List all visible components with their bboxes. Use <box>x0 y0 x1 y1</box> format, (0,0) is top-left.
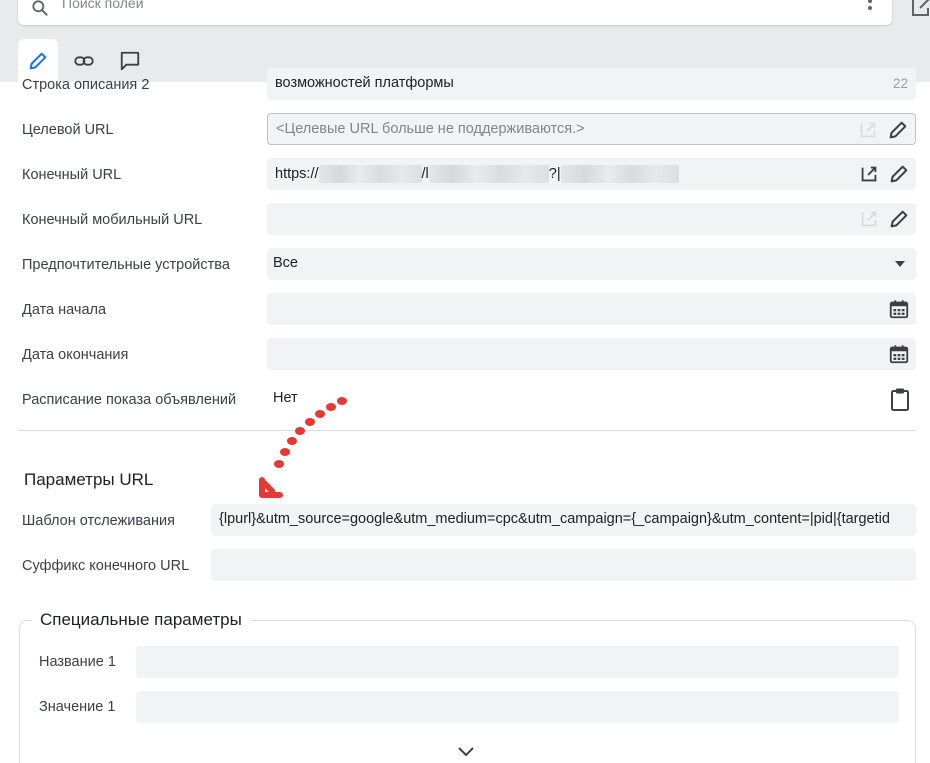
field-value: {lpurl}&utm_source=google&utm_medium=cpc… <box>219 511 890 527</box>
open-in-new-icon <box>861 211 877 227</box>
redacted-block <box>560 165 679 183</box>
final-mobile-url-input[interactable] <box>267 203 916 235</box>
row-start-date: Дата начала <box>0 287 930 332</box>
end-date-input[interactable] <box>267 338 916 370</box>
pencil-icon[interactable] <box>888 163 910 185</box>
row-ad-schedule: Расписание показа объявлений Нет <box>0 377 930 422</box>
pencil-icon[interactable] <box>887 119 909 141</box>
final-url-suffix-input[interactable] <box>211 549 916 581</box>
search-box <box>18 0 892 25</box>
final-url-input[interactable]: https:// /l ?| <box>267 158 916 190</box>
open-in-new-icon[interactable] <box>858 163 880 185</box>
url-separator: ?| <box>548 165 561 182</box>
target-url-input: <Целевые URL больше не поддерживаются.> <box>267 113 916 145</box>
more-vert-icon[interactable] <box>860 0 880 14</box>
param-name-1-input[interactable] <box>136 646 899 678</box>
url-prefix: https:// <box>275 165 319 182</box>
pencil-icon[interactable] <box>888 208 910 230</box>
selected-value: Все <box>273 255 298 271</box>
url-separator: /l <box>421 165 429 182</box>
field-label: Конечный мобильный URL <box>22 211 203 228</box>
redacted-block <box>318 165 422 183</box>
field-label: Дата начала <box>22 301 107 318</box>
field-label: Предпочтительные устройства <box>22 256 230 273</box>
field-label: Конечный URL <box>22 166 122 183</box>
tracking-template-input[interactable]: {lpurl}&utm_source=google&utm_medium=cpc… <box>211 504 916 536</box>
field-label: Строка описания 2 <box>22 76 150 93</box>
row-preferred-devices: Предпочтительные устройства Все <box>0 242 930 287</box>
open-in-new-icon <box>860 122 876 138</box>
clipboard-icon[interactable] <box>889 387 911 411</box>
row-final-url: Конечный URL https:// /l ?| <box>0 152 930 197</box>
row-target-url: Целевой URL <Целевые URL больше не подде… <box>0 107 930 152</box>
preferred-devices-select[interactable]: Все <box>267 248 916 280</box>
param-value-1-input[interactable] <box>136 691 899 723</box>
final-url-value: https:// /l ?| <box>275 165 679 183</box>
field-value: возможностей платформы <box>275 75 454 91</box>
field-label: Суффикс конечного URL <box>22 557 190 574</box>
row-tracking-template: Шаблон отслеживания {lpurl}&utm_source=g… <box>0 498 930 543</box>
char-counter: 22 <box>892 76 908 91</box>
url-params-title: Параметры URL <box>24 470 154 489</box>
param-name-label: Название 1 <box>39 654 116 670</box>
row-description-line-2: Строка описания 2 возможностей платформы… <box>0 62 930 107</box>
open-in-new-icon[interactable] <box>910 0 930 18</box>
chevron-down-icon[interactable] <box>456 745 476 759</box>
field-placeholder: <Целевые URL больше не поддерживаются.> <box>276 121 585 137</box>
field-label: Шаблон отслеживания <box>22 512 175 529</box>
field-label: Расписание показа объявлений <box>22 391 237 408</box>
row-final-url-suffix: Суффикс конечного URL <box>0 543 930 588</box>
description-line-2-input[interactable]: возможностей платформы 22 <box>267 68 916 100</box>
search-input[interactable] <box>62 0 842 14</box>
row-final-mobile-url: Конечный мобильный URL <box>0 197 930 242</box>
start-date-input[interactable] <box>267 293 916 325</box>
row-end-date: Дата окончания <box>0 332 930 377</box>
field-label: Целевой URL <box>22 121 114 138</box>
custom-params-title: Специальные параметры <box>32 610 250 630</box>
param-value-label: Значение 1 <box>39 699 116 715</box>
calendar-icon[interactable] <box>888 298 910 320</box>
ad-schedule-value: Нет <box>273 390 298 406</box>
redacted-block <box>428 165 549 183</box>
field-label: Дата окончания <box>22 346 129 363</box>
section-divider <box>18 430 916 431</box>
calendar-icon[interactable] <box>888 343 910 365</box>
search-icon <box>32 0 48 16</box>
dropdown-arrow-icon <box>895 261 905 267</box>
